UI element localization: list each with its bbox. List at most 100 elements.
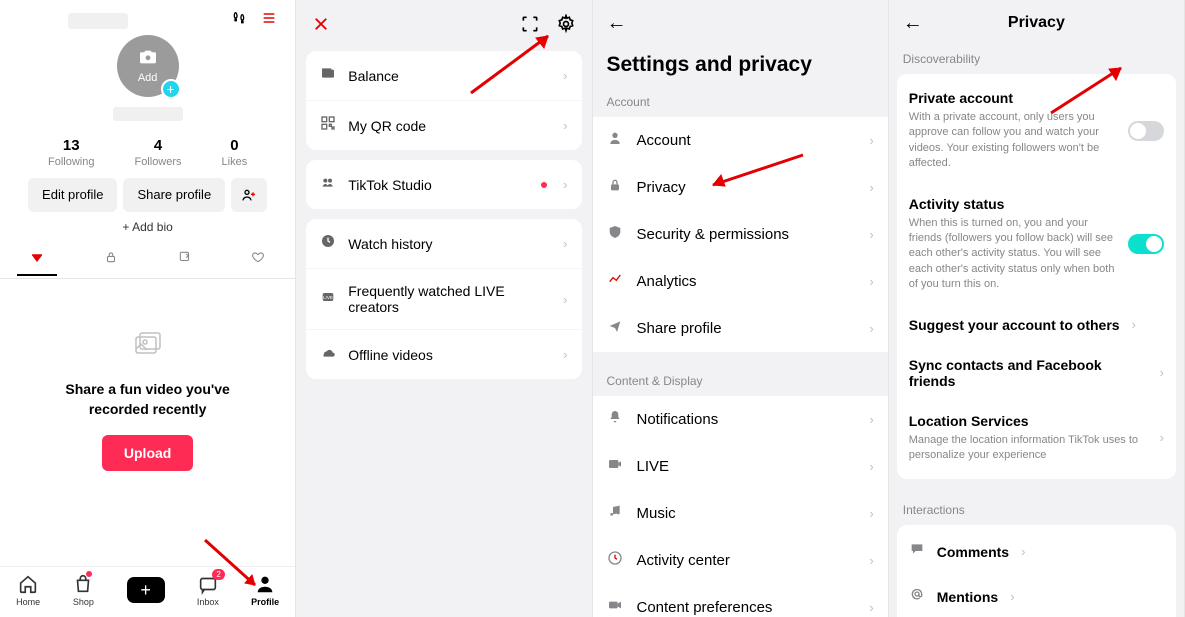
section-content-label: Content & Display xyxy=(593,374,888,396)
clock-icon xyxy=(320,233,336,254)
chevron-right-icon: › xyxy=(1160,365,1164,380)
menu-topbar xyxy=(306,10,581,51)
music-icon xyxy=(607,503,623,524)
settings-privacy[interactable]: Privacy › xyxy=(593,164,888,211)
activity-icon xyxy=(607,550,623,571)
share-profile-button[interactable]: Share profile xyxy=(123,178,225,212)
privacy-comments[interactable]: Comments › xyxy=(897,529,1176,574)
menu-watch-history[interactable]: Watch history › xyxy=(306,219,581,268)
privacy-sync[interactable]: Sync contacts and Facebook friends › xyxy=(897,345,1176,401)
footsteps-icon[interactable] xyxy=(231,10,247,31)
avatar[interactable]: Add + xyxy=(117,35,179,97)
settings-music[interactable]: Music › xyxy=(593,490,888,537)
settings-share-profile[interactable]: Share profile › xyxy=(593,305,888,352)
tab-posts[interactable] xyxy=(17,250,57,276)
settings-account[interactable]: Account › xyxy=(593,117,888,164)
privacy-location[interactable]: Location Services Manage the location in… xyxy=(897,401,1176,476)
nav-shop[interactable]: Shop xyxy=(72,573,94,607)
likes-label: Likes xyxy=(222,156,248,168)
stat-followers[interactable]: 4 Followers xyxy=(134,137,181,168)
privacy-activity-status: Activity status When this is turned on, … xyxy=(897,184,1176,305)
chevron-right-icon: › xyxy=(869,600,873,615)
nav-home[interactable]: Home xyxy=(16,573,40,607)
edit-profile-button[interactable]: Edit profile xyxy=(28,178,117,212)
settings-analytics[interactable]: Analytics › xyxy=(593,258,888,305)
chevron-right-icon: › xyxy=(563,292,567,307)
location-label: Location Services xyxy=(909,413,1148,429)
inbox-badge: 2 xyxy=(212,569,224,580)
empty-text: Share a fun video you've recorded recent… xyxy=(65,380,229,419)
menu-studio[interactable]: TikTok Studio › xyxy=(306,160,581,209)
stat-likes[interactable]: 0 Likes xyxy=(222,137,248,168)
profile-menu-screen: Balance › My QR code › TikTok Studio › W… xyxy=(296,0,592,617)
settings-activity-center[interactable]: Activity center › xyxy=(593,537,888,584)
person-icon xyxy=(607,130,623,151)
menu-studio-label: TikTok Studio xyxy=(348,177,529,193)
gear-icon[interactable] xyxy=(556,14,576,39)
back-icon[interactable]: ← xyxy=(607,12,627,34)
handle-redacted xyxy=(113,107,183,121)
share-icon xyxy=(607,318,623,339)
privacy-screen: ← Privacy Discoverability Private accoun… xyxy=(889,0,1185,617)
menu-qr-label: My QR code xyxy=(348,118,551,134)
nav-inbox-label: Inbox xyxy=(197,597,219,607)
stat-following[interactable]: 13 Following xyxy=(48,137,94,168)
mentions-label: Mentions xyxy=(937,589,998,605)
menu-offline[interactable]: Offline videos › xyxy=(306,329,581,379)
add-friends-button[interactable] xyxy=(231,178,267,212)
settings-screen: ← Settings and privacy Account Account ›… xyxy=(593,0,889,617)
settings-content-pref[interactable]: Content preferences › xyxy=(593,584,888,617)
settings-live[interactable]: LIVE › xyxy=(593,443,888,490)
chevron-right-icon: › xyxy=(1132,317,1136,332)
nav-inbox[interactable]: 2 Inbox xyxy=(197,573,219,607)
privacy-title: Privacy xyxy=(1008,14,1065,32)
settings-topbar: ← xyxy=(593,12,888,39)
chevron-right-icon: › xyxy=(869,553,873,568)
privacy-mentions[interactable]: Mentions › xyxy=(897,574,1176,617)
private-account-toggle[interactable] xyxy=(1128,121,1164,141)
at-icon xyxy=(909,586,925,607)
nav-profile[interactable]: Profile xyxy=(251,573,279,607)
username-redacted xyxy=(68,13,128,29)
close-icon[interactable] xyxy=(312,15,330,38)
qr-icon xyxy=(320,115,336,136)
privacy-discoverability-group: Private account With a private account, … xyxy=(897,74,1176,479)
activity-status-toggle[interactable] xyxy=(1128,234,1164,254)
chevron-right-icon: › xyxy=(1010,589,1014,604)
tab-liked[interactable] xyxy=(238,250,278,276)
chevron-right-icon: › xyxy=(563,118,567,133)
profile-action-buttons: Edit profile Share profile xyxy=(0,178,295,220)
menu-live-creators[interactable]: LIVE Frequently watched LIVE creators › xyxy=(306,268,581,329)
privacy-suggest[interactable]: Suggest your account to others › xyxy=(897,305,1176,345)
private-account-label: Private account xyxy=(909,90,1116,106)
menu-qr[interactable]: My QR code › xyxy=(306,100,581,150)
add-badge[interactable]: + xyxy=(161,79,181,99)
settings-notifications[interactable]: Notifications › xyxy=(593,396,888,443)
privacy-private-account: Private account With a private account, … xyxy=(897,78,1176,184)
upload-button[interactable]: Upload xyxy=(102,435,193,471)
menu-balance[interactable]: Balance › xyxy=(306,51,581,100)
menu-balance-label: Balance xyxy=(348,68,551,84)
video-icon xyxy=(607,456,623,477)
menu-group-2: TikTok Studio › xyxy=(306,160,581,209)
tab-reposts[interactable] xyxy=(165,250,205,276)
camera-icon xyxy=(138,49,158,70)
activity-status-desc: When this is turned on, you and your fri… xyxy=(909,216,1116,293)
comment-icon xyxy=(909,541,925,562)
chevron-right-icon: › xyxy=(563,68,567,83)
menu-history-label: Watch history xyxy=(348,236,551,252)
add-bio-button[interactable]: + Add bio xyxy=(0,220,295,244)
following-label: Following xyxy=(48,156,94,168)
section-discoverability: Discoverability xyxy=(889,44,1184,74)
avatar-section: Add + xyxy=(0,31,295,121)
menu-live-label: Frequently watched LIVE creators xyxy=(348,283,551,315)
settings-security[interactable]: Security & permissions › xyxy=(593,211,888,258)
back-icon[interactable]: ← xyxy=(903,12,923,35)
location-desc: Manage the location information TikTok u… xyxy=(909,433,1148,464)
hamburger-menu-icon[interactable] xyxy=(261,10,277,31)
nav-create[interactable]: + xyxy=(127,577,165,603)
tab-locked[interactable] xyxy=(91,250,131,276)
nav-profile-label: Profile xyxy=(251,597,279,607)
scan-icon[interactable] xyxy=(520,14,540,39)
create-icon: + xyxy=(127,577,165,603)
